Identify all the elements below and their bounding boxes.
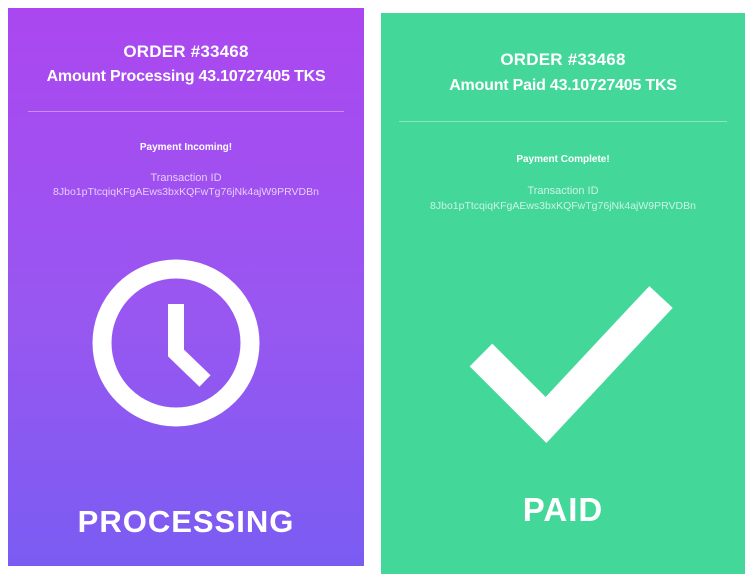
processing-status-label: PROCESSING [77, 504, 295, 539]
payment-status-message: Payment Incoming! [139, 142, 233, 153]
transaction-id-value: 8Jbo1pTtcqiqKFgAEws3bxKQFwTg76jNk4ajW9PR… [430, 200, 696, 212]
amount-processing: Amount Processing 43.10727405 TKS [46, 68, 326, 85]
amount-paid: Amount Paid 43.10727405 TKS [449, 77, 677, 94]
payment-status-message: Payment Complete! [516, 154, 610, 165]
checkmark-icon [469, 286, 673, 444]
transaction-id-label: Transaction ID [150, 172, 222, 184]
transaction-id-value: 8Jbo1pTtcqiqKFgAEws3bxKQFwTg76jNk4ajW9PR… [53, 186, 319, 198]
paid-status-label: PAID [522, 491, 604, 528]
divider [399, 121, 727, 122]
clock-icon [92, 259, 260, 427]
processing-panel: ORDER #33468 Amount Processing 43.107274… [8, 8, 364, 566]
divider [28, 111, 344, 112]
order-number: ORDER #33468 [500, 50, 626, 69]
transaction-id-label: Transaction ID [527, 185, 599, 197]
paid-panel: ORDER #33468 Amount Paid 43.10727405 TKS… [381, 13, 745, 574]
order-number: ORDER #33468 [123, 42, 249, 61]
